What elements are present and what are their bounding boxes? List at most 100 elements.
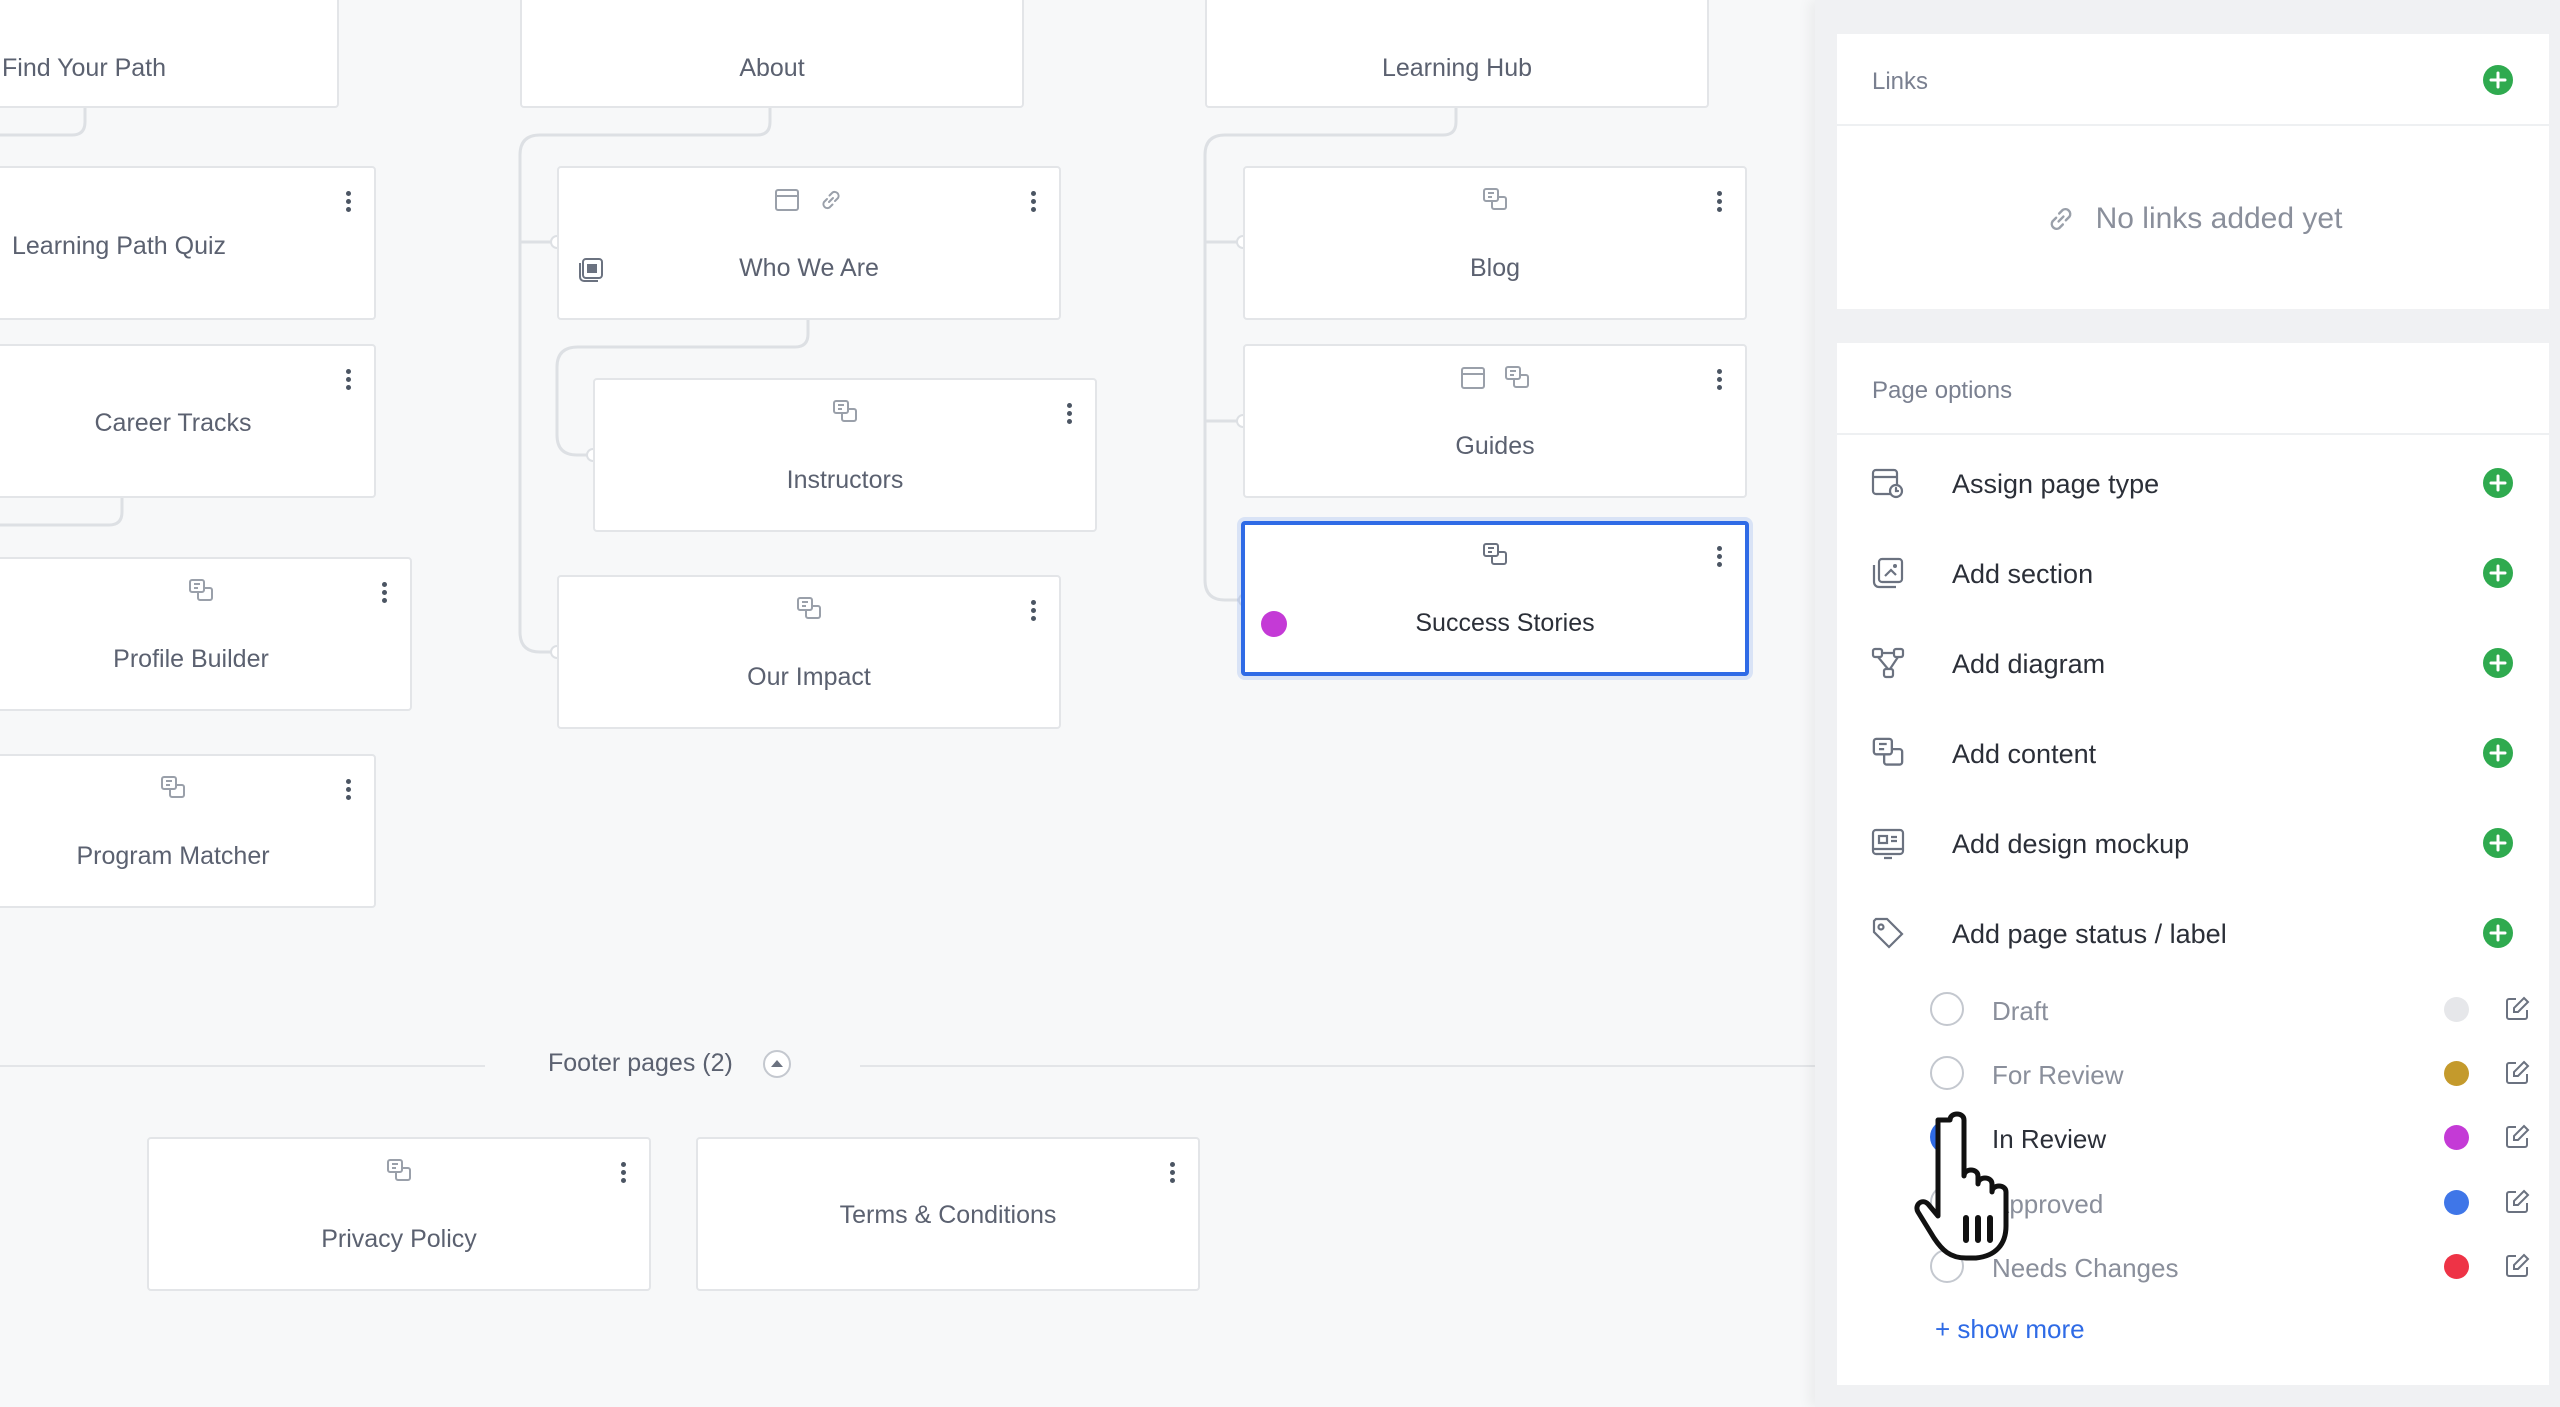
card-menu-button[interactable]: [342, 366, 354, 398]
page-card-title: Program Matcher: [76, 842, 270, 870]
status-option-for-review[interactable]: For Review: [1837, 1048, 2549, 1098]
link-icon: [2050, 207, 2071, 231]
page-card-terms-conditions[interactable]: Terms & Conditions: [696, 1137, 1200, 1291]
card-menu-button[interactable]: [1063, 400, 1075, 432]
collapse-footer-icon[interactable]: [762, 1049, 792, 1079]
card-menu-button[interactable]: [617, 1159, 629, 1191]
edit-status-icon[interactable]: [2502, 1058, 2532, 1088]
add-content-button[interactable]: [2482, 737, 2514, 769]
tag-icon: [1872, 917, 1904, 949]
page-card-learning-path-quiz[interactable]: Learning Path Quiz: [0, 166, 376, 320]
edit-status-icon[interactable]: [2502, 1187, 2532, 1217]
page-card-profile-builder[interactable]: Profile Builder: [0, 557, 412, 711]
card-menu-button[interactable]: [1713, 543, 1725, 575]
page-card-blog[interactable]: Blog: [1243, 166, 1747, 320]
content-icon: [1483, 543, 1507, 565]
content-icon: [1505, 366, 1529, 388]
page-card-title: Blog: [1469, 254, 1521, 282]
card-menu-button[interactable]: [342, 776, 354, 808]
page-card-title: Find Your Path: [2, 54, 167, 82]
status-radio[interactable]: [1930, 1120, 1964, 1154]
links-section-title: Links: [1872, 68, 1929, 95]
page-card-instructors[interactable]: Instructors: [593, 378, 1097, 532]
page-card-title: Profile Builder: [113, 645, 269, 673]
page-card-title: Guides: [1455, 432, 1535, 460]
section-icon: [1872, 557, 1904, 589]
diagram-icon: [1871, 647, 1905, 679]
card-menu-button[interactable]: [378, 579, 390, 611]
add-content-option[interactable]: Add content: [1837, 723, 2549, 783]
page-card-title: Who We Are: [739, 254, 879, 282]
links-section: Links No links added yet: [1837, 34, 2549, 309]
status-option-approved[interactable]: Approved: [1837, 1177, 2549, 1227]
page-type-icon: [1871, 468, 1904, 499]
page-card-title: Instructors: [786, 466, 904, 494]
add-diagram-option[interactable]: Add diagram: [1837, 633, 2549, 693]
status-color-dot: [2444, 1254, 2469, 1279]
page-card-title: Our Impact: [747, 663, 871, 691]
links-empty-state: No links added yet: [1837, 202, 2549, 236]
add-link-button[interactable]: [2482, 64, 2514, 96]
page-card-learning-hub[interactable]: Learning Hub: [1205, 0, 1709, 108]
show-more-statuses-link[interactable]: + show more: [1935, 1314, 2085, 1345]
link-icon: [822, 190, 840, 210]
page-card-find-your-path[interactable]: Find Your Path: [0, 0, 339, 108]
add-page-status-button[interactable]: [2482, 917, 2514, 949]
page-card-title: Success Stories: [1415, 609, 1595, 637]
add-page-status-option[interactable]: Add page status / label: [1837, 903, 2549, 963]
status-option-draft[interactable]: Draft: [1837, 984, 2549, 1034]
card-menu-button[interactable]: [1166, 1159, 1178, 1191]
links-empty-text: No links added yet: [2095, 202, 2343, 235]
content-icon: [1872, 737, 1904, 766]
add-page-type-button[interactable]: [2482, 467, 2514, 499]
page-options-section: Page options Assign page type Add sectio…: [1837, 343, 2549, 1385]
add-diagram-button[interactable]: [2482, 647, 2514, 679]
mockup-icon: [1871, 828, 1905, 860]
status-radio[interactable]: [1930, 1056, 1964, 1090]
page-card-guides[interactable]: Guides: [1243, 344, 1747, 498]
status-color-dot: [2444, 1190, 2469, 1215]
page-card-title: Career Tracks: [94, 409, 252, 437]
add-design-mockup-option[interactable]: Add design mockup: [1837, 813, 2549, 873]
page-card-title: Learning Path Quiz: [12, 232, 227, 260]
page-card-privacy-policy[interactable]: Privacy Policy: [147, 1137, 651, 1291]
card-menu-button[interactable]: [1713, 188, 1725, 220]
status-option-in-review[interactable]: In Review: [1837, 1112, 2549, 1162]
card-menu-button[interactable]: [1027, 597, 1039, 629]
content-icon: [1483, 188, 1507, 210]
page-type-icon: [775, 189, 799, 211]
page-card-who-we-are[interactable]: Who We Are: [557, 166, 1061, 320]
status-option-needs-changes[interactable]: Needs Changes: [1837, 1241, 2549, 1291]
card-menu-button[interactable]: [1713, 366, 1725, 398]
page-card-title: Terms & Conditions: [839, 1201, 1057, 1229]
page-card-program-matcher[interactable]: Program Matcher: [0, 754, 376, 908]
add-section-option[interactable]: Add section: [1837, 543, 2549, 603]
page-card-title: Privacy Policy: [321, 1225, 477, 1253]
status-color-dot: [2444, 997, 2469, 1022]
page-card-title: Learning Hub: [1381, 54, 1533, 82]
content-icon: [189, 579, 213, 601]
edit-status-icon[interactable]: [2502, 1122, 2532, 1152]
status-radio[interactable]: [1930, 1185, 1964, 1219]
add-section-button[interactable]: [2482, 557, 2514, 589]
status-radio[interactable]: [1930, 992, 1964, 1026]
page-type-icon: [1461, 367, 1485, 389]
assign-page-type-option[interactable]: Assign page type: [1837, 453, 2549, 513]
content-icon: [387, 1159, 411, 1181]
content-icon: [161, 776, 185, 798]
card-menu-button[interactable]: [342, 188, 354, 220]
page-card-success-stories[interactable]: Success Stories: [1241, 521, 1749, 676]
edit-status-icon[interactable]: [2502, 1251, 2532, 1281]
status-radio[interactable]: [1930, 1249, 1964, 1283]
page-card-our-impact[interactable]: Our Impact: [557, 575, 1061, 729]
page-options-title: Page options: [1872, 377, 2013, 404]
sitemap-canvas[interactable]: Find Your Path Learning Path Quiz Career…: [0, 0, 1815, 1407]
edit-status-icon[interactable]: [2502, 994, 2532, 1024]
page-card-title: About: [739, 54, 805, 82]
footer-pages-label: Footer pages (2): [548, 1049, 733, 1077]
card-menu-button[interactable]: [1027, 188, 1039, 220]
page-card-career-tracks[interactable]: Career Tracks: [0, 344, 376, 498]
page-card-about[interactable]: About: [520, 0, 1024, 108]
page-details-panel: Links No links added yet Page options As…: [1815, 0, 2560, 1407]
add-design-mockup-button[interactable]: [2482, 827, 2514, 859]
